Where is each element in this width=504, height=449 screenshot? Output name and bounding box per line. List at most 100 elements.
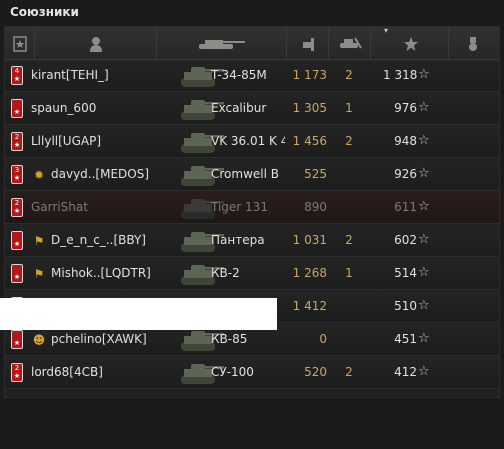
sort-indicator-icon: ▾: [384, 26, 389, 35]
hidden-player-box: [0, 298, 277, 330]
xp-value: 514: [394, 266, 417, 280]
xp-star-icon: ☆: [418, 298, 430, 313]
medal-icon: [469, 37, 477, 51]
col-xp[interactable]: ▾: [371, 26, 449, 59]
damage-value: 1 031: [292, 233, 327, 247]
vehicle-name: КВ-2: [211, 266, 240, 280]
player-row[interactable]: 2 ★ GarriShat Tiger 131 890 611 ☆: [5, 192, 499, 224]
vehicle-name: СУ-100: [211, 365, 254, 379]
xp-star-icon: ☆: [418, 199, 430, 214]
allies-table: ▾ 4 ★ kirant[TEHI_] T-34-85M 1 173 2 1 318 ☆ ★ sp…: [4, 26, 500, 398]
vehicle-name: КВ-85: [211, 332, 248, 346]
vehicle-name: T-34-85M: [211, 68, 267, 82]
player-name[interactable]: D_e_n_c_..[BBY]: [51, 233, 146, 247]
frags-icon: [340, 37, 362, 49]
xp-star-icon: ☆: [418, 100, 430, 115]
tier-number: 2: [14, 199, 20, 207]
xp-star-icon: ☆: [418, 67, 430, 82]
col-frags[interactable]: [329, 27, 371, 59]
frags-value: 1: [345, 266, 353, 280]
frags-value: 1: [345, 101, 353, 115]
table-header: ▾: [5, 26, 499, 60]
xp-star-icon: ☆: [418, 133, 430, 148]
tier-icon: [13, 36, 27, 52]
vehicle-name: Tiger 131: [211, 200, 268, 214]
vehicle-name: VK 36.01 K 41: [211, 134, 285, 148]
xp-star-icon: ☆: [418, 364, 430, 379]
player-name[interactable]: lord68[4CB]: [31, 365, 103, 379]
tier-number: 4: [14, 67, 20, 75]
star-icon: [404, 37, 418, 51]
tier-badge: 2 ★: [11, 132, 23, 151]
xp-value: 611: [394, 200, 417, 214]
tier-badge: 2 ★: [11, 198, 23, 217]
team-title: Союзники: [10, 5, 79, 19]
player-name[interactable]: Lllyll[UGAP]: [31, 134, 101, 148]
player-name[interactable]: spaun_600: [31, 101, 96, 115]
clan-emblem-icon: ☻: [32, 333, 46, 347]
tier-badge: 2 ★: [11, 363, 23, 382]
player-name[interactable]: Mishok..[LQDTR]: [51, 266, 151, 280]
damage-value: 1 412: [292, 299, 327, 313]
tier-badge: 3 ★: [11, 165, 23, 184]
tier-star-icon: ★: [13, 141, 21, 149]
tier-badge: ★: [11, 231, 23, 250]
damage-value: 525: [304, 167, 327, 181]
frags-value: 2: [345, 365, 353, 379]
xp-value: 1 318: [383, 68, 418, 82]
damage-value: 1 456: [292, 134, 327, 148]
tier-number: 3: [14, 166, 20, 174]
player-row[interactable]: ★ ⚑ D_e_n_c_..[BBY] Пантера 1 031 2 602 ☆: [5, 225, 499, 257]
tier-number: 2: [14, 364, 20, 372]
tier-star-icon: ★: [13, 273, 21, 281]
vehicle-name: Cromwell B: [211, 167, 279, 181]
xp-value: 948: [394, 134, 417, 148]
xp-value: 412: [394, 365, 417, 379]
player-row[interactable]: ★ spaun_600 Excalibur 1 305 1 976 ☆: [5, 93, 499, 125]
player-icon: [90, 37, 102, 52]
col-medal[interactable]: [449, 27, 499, 59]
player-row[interactable]: ★ ⚑ Mishok..[LQDTR] КВ-2 1 268 1 514 ☆: [5, 258, 499, 290]
frags-value: 2: [345, 134, 353, 148]
col-tier[interactable]: [5, 27, 35, 59]
xp-star-icon: ☆: [418, 265, 430, 280]
tier-badge: 4 ★: [11, 66, 23, 85]
damage-value: 0: [319, 332, 327, 346]
tier-star-icon: ★: [13, 174, 21, 182]
tier-star-icon: ★: [13, 75, 21, 83]
tier-badge: ★: [11, 264, 23, 283]
player-row[interactable]: 2★ Lllyll[UGAP] VK 36.01 K 41 1 456 2 948☆: [5, 126, 499, 158]
player-name[interactable]: kirant[TEHI_]: [31, 68, 109, 82]
frags-value: 2: [345, 233, 353, 247]
xp-star-icon: ☆: [418, 331, 430, 346]
clan-emblem-icon: ⚑: [33, 267, 45, 281]
xp-value: 926: [394, 167, 417, 181]
tier-star-icon: ★: [13, 207, 21, 215]
xp-value: 510: [394, 299, 417, 313]
col-player[interactable]: [35, 27, 157, 59]
tier-badge: ★: [11, 99, 23, 118]
col-damage[interactable]: [287, 27, 329, 59]
player-row[interactable]: 2 ★ lord68[4CB] СУ-100 520 2 412 ☆: [5, 357, 499, 389]
player-name[interactable]: GarriShat: [31, 200, 88, 214]
tier-star-icon: ★: [13, 339, 21, 347]
xp-star-icon: ☆: [418, 232, 430, 247]
vehicle-name: Пантера: [211, 233, 265, 247]
player-name[interactable]: davyd..[MEDOS]: [51, 167, 149, 181]
player-row[interactable]: 3 ★ ✹ davyd..[MEDOS] Cromwell B 525 926 ☆: [5, 159, 499, 191]
damage-value: 1 268: [292, 266, 327, 280]
damage-value: 520: [304, 365, 327, 379]
damage-icon: [303, 38, 314, 51]
xp-value: 602: [394, 233, 417, 247]
damage-value: 890: [304, 200, 327, 214]
col-vehicle[interactable]: [157, 27, 287, 59]
xp-star-icon: ☆: [418, 166, 430, 181]
tier-star-icon: ★: [13, 372, 21, 380]
frags-value: 2: [345, 68, 353, 82]
player-row[interactable]: 4 ★ kirant[TEHI_] T-34-85M 1 173 2 1 318 ☆: [5, 60, 499, 92]
xp-value: 451: [394, 332, 417, 346]
player-name[interactable]: pchelino[XAWK]: [51, 332, 147, 346]
tier-badge: ★: [11, 330, 23, 349]
vehicle-name: Excalibur: [211, 101, 267, 115]
tier-star-icon: ★: [13, 108, 21, 116]
